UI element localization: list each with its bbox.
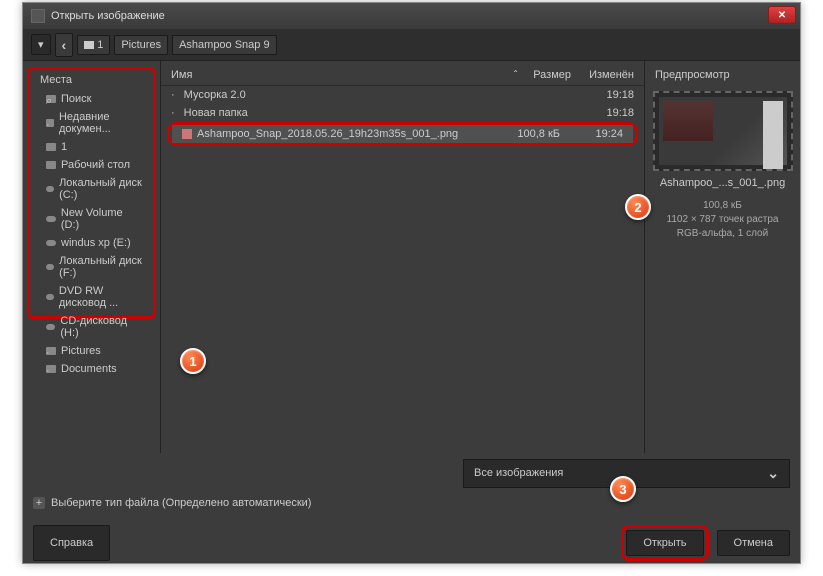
column-name[interactable]: Имя [171, 69, 510, 81]
sidebar-item[interactable]: Недавние докумен... [30, 108, 153, 138]
sidebar-item[interactable]: windus xp (E:) [30, 234, 153, 252]
disk-icon [46, 186, 54, 192]
preview-header: Предпросмотр [653, 65, 792, 85]
file-row[interactable]: Ashampoo_Snap_2018.05.26_19h23m35s_001_.… [172, 125, 633, 143]
plus-icon [33, 497, 45, 509]
sort-indicator: ⌃ [512, 69, 519, 81]
breadcrumb-current[interactable]: Ashampoo Snap 9 [172, 35, 277, 55]
sidebar-item-label: Локальный диск (F:) [59, 255, 143, 279]
sidebar-item[interactable]: Pictures [30, 342, 153, 360]
disk-icon [46, 264, 54, 270]
sidebar-item[interactable]: Поиск [30, 90, 153, 108]
sidebar-item[interactable]: 1 [30, 138, 153, 156]
image-icon [182, 129, 192, 139]
sidebar-item-label: Недавние докумен... [59, 111, 143, 135]
sidebar-item-label: Рабочий стол [61, 159, 130, 171]
column-size[interactable]: Размер [519, 69, 579, 81]
titlebar: Открыть изображение ✕ [23, 3, 800, 29]
folder-icon [84, 41, 94, 49]
sidebar-item-label: 1 [61, 141, 67, 153]
dot-icon [46, 365, 56, 373]
sidebar-item-label: Локальный диск (C:) [59, 177, 143, 201]
sidebar-item[interactable]: DVD RW дисковод ... [30, 282, 153, 312]
annotation-frame-1: Места Поиск Недавние докумен... 1 Рабочий с… [27, 67, 156, 319]
button-row: Справка Открыть Отмена [33, 525, 790, 561]
preview-thumbnail [653, 91, 793, 171]
filter-row: Все изображения [33, 459, 790, 487]
disk-icon [46, 216, 56, 222]
bottom-panel: Все изображения Выберите тип файла (Опре… [23, 453, 800, 563]
disk-icon [46, 240, 56, 246]
chevron-down-icon [767, 465, 779, 482]
callout-1: 1 [180, 348, 206, 374]
file-list: Имя ⌃ Размер Изменён Мусорка 2.019:18Нов… [161, 61, 644, 453]
breadcrumb-pictures[interactable]: Pictures [114, 35, 168, 55]
sidebar-item-label: New Volume (D:) [61, 207, 143, 231]
dot-icon [46, 347, 56, 355]
annotation-frame-3: Открыть [621, 525, 708, 561]
callout-2: 2 [625, 194, 651, 220]
file-row[interactable]: Новая папка19:18 [161, 104, 644, 122]
preview-filename: Ashampoo_...s_001_.png [653, 177, 792, 189]
sidebar-item-label: Поиск [61, 93, 91, 105]
folder-icon [46, 143, 56, 151]
sidebar-item-label: windus xp (E:) [61, 237, 131, 249]
close-button[interactable]: ✕ [768, 6, 796, 24]
folder-icon [46, 161, 56, 169]
breadcrumb-menu[interactable]: ▾ [31, 34, 51, 55]
disk-icon [46, 324, 55, 330]
sidebar-item-label: Documents [61, 363, 117, 375]
sidebar-item[interactable]: CD-дисковод (H:) [30, 312, 153, 342]
sidebar-item[interactable]: Локальный диск (F:) [30, 252, 153, 282]
places-sidebar: Места Поиск Недавние докумен... 1 Рабочий с… [23, 61, 161, 453]
dot-icon [46, 119, 54, 127]
annotation-frame-2: Ashampoo_Snap_2018.05.26_19h23m35s_001_.… [167, 122, 638, 146]
callout-3: 3 [610, 476, 636, 502]
file-row[interactable]: Мусорка 2.019:18 [161, 86, 644, 104]
sidebar-item-label: Pictures [61, 345, 101, 357]
sidebar-item[interactable]: New Volume (D:) [30, 204, 153, 234]
filetype-expander[interactable]: Выберите тип файла (Определено автоматич… [33, 493, 790, 513]
breadcrumb-bar: ▾ 1 Pictures Ashampoo Snap 9 [23, 29, 800, 61]
sidebar-item-label: DVD RW дисковод ... [59, 285, 143, 309]
column-modified[interactable]: Изменён [579, 69, 634, 81]
breadcrumb-drive[interactable]: 1 [77, 35, 110, 55]
sidebar-header: Места [30, 70, 153, 90]
back-button[interactable] [55, 33, 74, 57]
file-open-dialog: Открыть изображение ✕ ▾ 1 Pictures Asham… [22, 2, 801, 564]
cancel-button[interactable]: Отмена [717, 530, 790, 556]
window-title: Открыть изображение [51, 10, 165, 22]
sidebar-item[interactable]: Documents [30, 360, 153, 378]
preview-panel: Предпросмотр Ashampoo_...s_001_.png 100,… [644, 61, 800, 453]
search-icon [46, 95, 56, 103]
sidebar-item[interactable]: Локальный диск (C:) [30, 174, 153, 204]
preview-meta: 100,8 кБ 1102 × 787 точек растра RGB-аль… [653, 199, 792, 241]
chevron-left-icon [62, 37, 67, 53]
content-area: Места Поиск Недавние докумен... 1 Рабочий с… [23, 61, 800, 453]
disk-icon [46, 294, 54, 300]
open-button[interactable]: Открыть [626, 530, 703, 556]
file-list-header: Имя ⌃ Размер Изменён [161, 65, 644, 86]
help-button[interactable]: Справка [33, 525, 110, 561]
sidebar-item-label: CD-дисковод (H:) [60, 315, 143, 339]
sidebar-item[interactable]: Рабочий стол [30, 156, 153, 174]
app-icon [31, 9, 45, 23]
